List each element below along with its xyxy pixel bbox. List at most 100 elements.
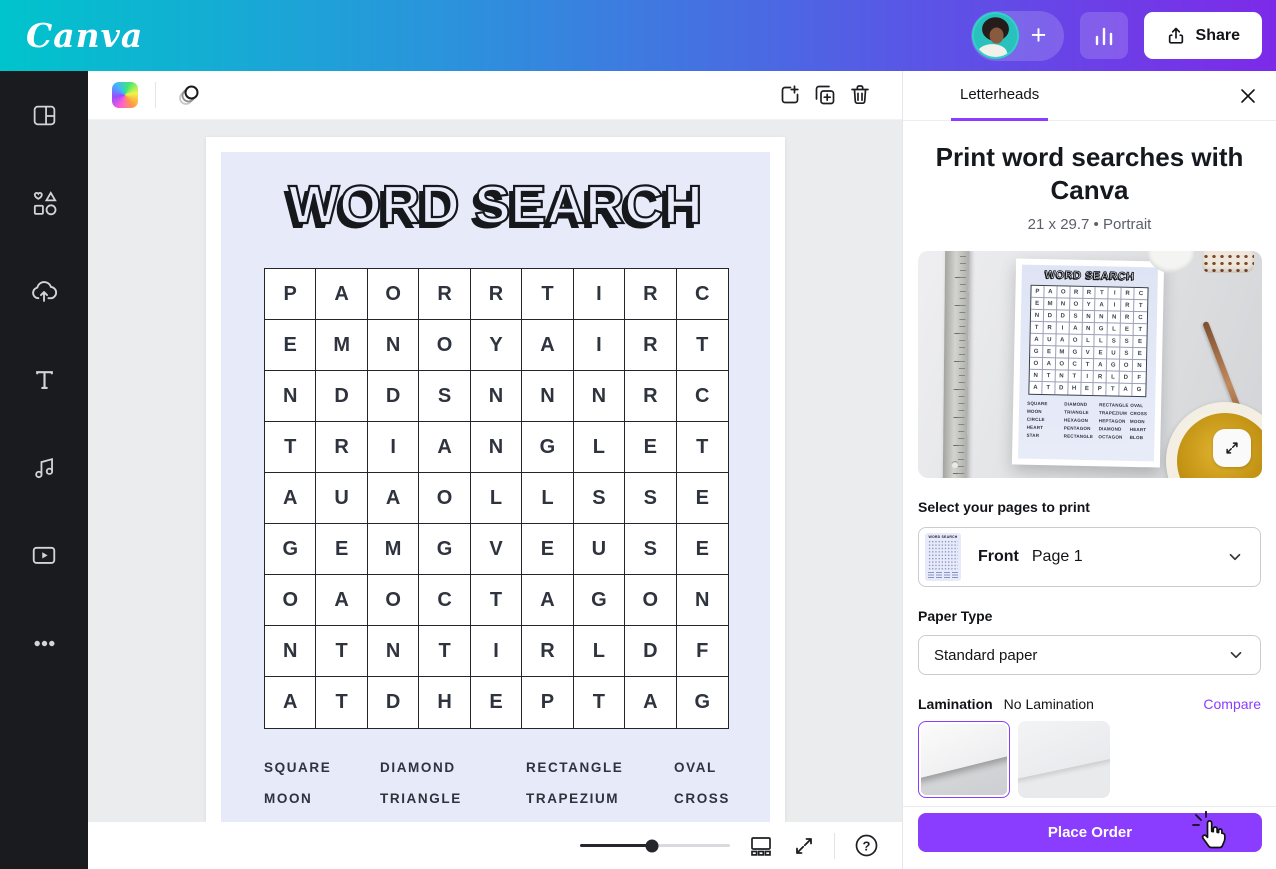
zoom-slider[interactable] (580, 844, 730, 847)
preview-grid-cell: A (1096, 299, 1109, 311)
sidebar-item-design[interactable] (0, 71, 88, 159)
preview-word-item: SQUARE (1027, 401, 1064, 407)
page-select-dropdown[interactable]: WORD SEARCH Front Page 1 (918, 527, 1261, 587)
preview-grid-cell: R (1083, 287, 1096, 299)
sidebar-item-text[interactable] (0, 335, 88, 423)
sidebar-item-audio[interactable] (0, 423, 88, 511)
grid-cell: F (677, 626, 728, 677)
preview-word-item: TRAPEZIUM (1099, 410, 1130, 416)
preview-word-item: STAR (1026, 433, 1063, 439)
animate-icon (176, 82, 202, 108)
close-panel-button[interactable] (1234, 82, 1262, 110)
preview-grid-cell: O (1030, 358, 1043, 370)
preview-grid-cell: G (1107, 359, 1120, 371)
preview-grid-cell: A (1030, 334, 1043, 346)
animate-button[interactable] (173, 79, 205, 111)
insights-button[interactable] (1080, 12, 1128, 59)
word-search-panel: WORD SEARCH PAORRTIRCEMNOYAIRTNDDSNNNRCT… (221, 152, 770, 822)
grid-cell: L (522, 473, 573, 524)
preview-grid-cell: N (1108, 311, 1121, 323)
lamination-row: Lamination No Lamination Compare (918, 696, 1261, 712)
page-actions (774, 79, 876, 111)
grid-cell: E (625, 422, 676, 473)
grid-cell: G (677, 677, 728, 728)
preview-grid-cell: S (1121, 336, 1134, 348)
sidebar-item-videos[interactable] (0, 511, 88, 599)
pages-view-button[interactable] (748, 833, 774, 859)
compare-link[interactable]: Compare (1203, 696, 1261, 712)
preview-word-item: HEXAGON (1064, 418, 1099, 424)
product-preview-image[interactable]: WORD SEARCH PAORRTIRCEMNOYAIRTNDDSNNNRCT… (918, 251, 1262, 478)
preview-grid-cell: S (1069, 311, 1082, 323)
toolbar-divider (155, 82, 156, 108)
add-member-button[interactable]: + (1017, 14, 1061, 58)
place-order-button[interactable]: Place Order (918, 813, 1262, 852)
grid-cell: R (419, 269, 470, 320)
preview-grid-cell: G (1030, 346, 1043, 358)
word-list-item: TRAPEZIUM (526, 791, 674, 806)
chevron-down-icon (1226, 548, 1244, 566)
preview-grid-cell: C (1134, 288, 1147, 300)
share-button[interactable]: Share (1144, 12, 1262, 59)
lamination-option-gloss[interactable] (1018, 721, 1110, 798)
preview-grid-cell: P (1094, 383, 1107, 395)
tab-letterheads[interactable]: Letterheads (951, 71, 1048, 121)
grid-cell: P (522, 677, 573, 728)
preview-word-item: TRIANGLE (1064, 410, 1099, 416)
preview-grid-cell: A (1029, 382, 1042, 394)
grid-cell: C (677, 371, 728, 422)
expand-preview-button[interactable] (1213, 429, 1251, 467)
preview-grid-cell: D (1055, 382, 1068, 394)
bottom-bar-divider (834, 833, 835, 859)
lamination-option-none[interactable] (918, 721, 1010, 798)
preview-grid-cell: N (1031, 310, 1044, 322)
grid-cell: A (316, 269, 367, 320)
grid-view-icon (748, 833, 774, 859)
add-page-button[interactable] (774, 79, 806, 111)
preview-word-item: DIAMOND (1099, 426, 1130, 432)
preview-grid-cell: I (1056, 322, 1069, 334)
zoom-slider-thumb[interactable] (646, 839, 659, 852)
sidebar-item-elements[interactable] (0, 159, 88, 247)
bar-chart-icon (1093, 25, 1115, 47)
duplicate-page-button[interactable] (809, 79, 841, 111)
grid-cell: I (471, 626, 522, 677)
preview-word-item: MOON (1027, 409, 1064, 415)
grid-cell: O (368, 269, 419, 320)
sidebar-item-uploads[interactable] (0, 247, 88, 335)
paper-type-dropdown[interactable]: Standard paper (918, 635, 1261, 675)
delete-page-button[interactable] (844, 79, 876, 111)
preview-grid-cell: G (1069, 347, 1082, 359)
grid-cell: A (522, 320, 573, 371)
grid-cell: N (368, 626, 419, 677)
grid-cell: T (677, 320, 728, 371)
preview-grid-cell: A (1120, 384, 1133, 396)
grid-cell: O (625, 575, 676, 626)
canva-logo[interactable]: Canva (26, 16, 143, 55)
preview-grid-cell: M (1056, 346, 1069, 358)
print-panel: Letterheads Print word searches with Can… (902, 71, 1276, 869)
preview-grid-cell: O (1056, 358, 1069, 370)
grid-cell: D (625, 626, 676, 677)
lamination-value: No Lamination (1004, 696, 1094, 712)
preview-grid-cell: C (1068, 359, 1081, 371)
fullscreen-button[interactable] (792, 834, 816, 858)
document-page[interactable]: WORD SEARCH PAORRTIRCEMNOYAIRTNDDSNNNRCT… (206, 137, 785, 822)
lamination-label: Lamination (918, 696, 993, 712)
text-icon (31, 366, 58, 393)
grid-cell: I (574, 269, 625, 320)
grid-cell: H (419, 677, 470, 728)
paper-type-value: Standard paper (934, 647, 1037, 664)
grid-cell: N (471, 422, 522, 473)
avatar[interactable] (974, 14, 1017, 57)
color-swatch-button[interactable] (112, 82, 138, 108)
canvas-bottom-bar: ? (88, 822, 902, 869)
grid-cell: P (265, 269, 316, 320)
preview-grid-cell: V (1082, 347, 1095, 359)
grid-cell: U (574, 524, 625, 575)
grid-cell: M (368, 524, 419, 575)
help-button[interactable]: ? (853, 832, 880, 859)
grid-cell: G (574, 575, 625, 626)
ruler-photo-prop (943, 251, 969, 478)
sidebar-item-more[interactable] (0, 599, 88, 687)
